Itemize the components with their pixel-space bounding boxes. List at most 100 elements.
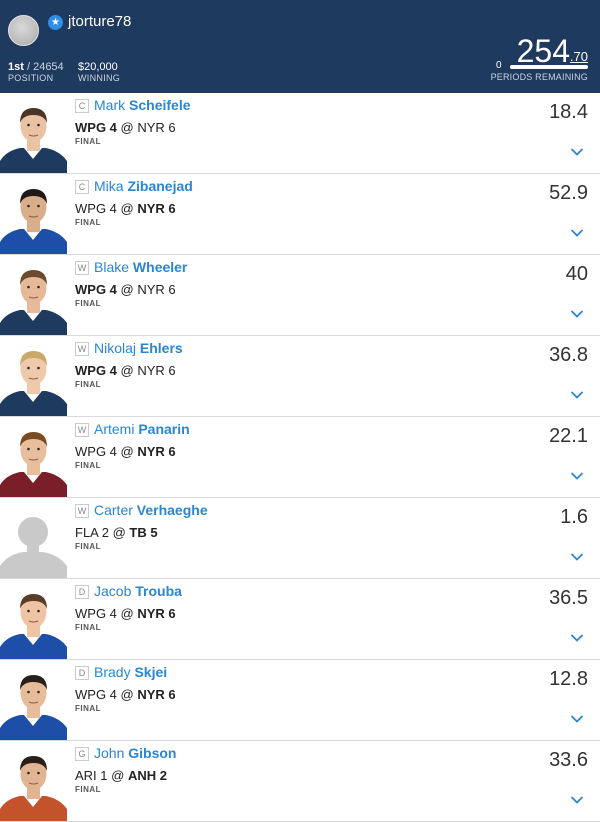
matchup-separator: @ <box>120 282 134 297</box>
fantasy-points: 18.4 <box>549 101 588 123</box>
winning-label: WINNING <box>78 73 121 83</box>
position-badge: C <box>75 99 89 113</box>
away-team-score: WPG 4 <box>75 201 117 216</box>
player-last-name: Zibanejad <box>127 178 193 194</box>
chevron-down-icon[interactable] <box>570 147 584 157</box>
matchup-separator: @ <box>112 525 126 540</box>
player-row[interactable]: W Nikolaj Ehlers WPG 4 @ NYR 6 FINAL 36.8 <box>0 336 600 417</box>
player-row[interactable]: C Mark Scheifele WPG 4 @ NYR 6 FINAL 18.4 <box>0 93 600 174</box>
chevron-down-icon[interactable] <box>570 714 584 724</box>
player-last-name: Scheifele <box>129 97 191 113</box>
home-team-score: TB 5 <box>129 525 158 540</box>
fantasy-points: 12.8 <box>549 668 588 690</box>
star-badge-icon: ★ <box>48 15 63 30</box>
player-name-link[interactable]: Mark Scheifele <box>94 97 191 113</box>
winning-stat: $20,000 WINNING <box>78 61 120 83</box>
game-status: FINAL <box>75 623 102 632</box>
fantasy-points: 36.8 <box>549 344 588 366</box>
player-name-link[interactable]: Artemi Panarin <box>94 421 190 437</box>
player-row[interactable]: D Brady Skjei WPG 4 @ NYR 6 FINAL 12.8 <box>0 660 600 741</box>
position-badge: W <box>75 504 89 518</box>
position-badge: C <box>75 180 89 194</box>
username[interactable]: jtorture78 <box>68 13 131 30</box>
game-status: FINAL <box>75 299 102 308</box>
player-name-link[interactable]: Blake Wheeler <box>94 259 187 275</box>
score-decimal: .70 <box>569 49 588 64</box>
player-last-name: Ehlers <box>139 340 183 356</box>
matchup-separator: @ <box>120 444 134 459</box>
player-row[interactable]: C Mika Zibanejad WPG 4 @ NYR 6 FINAL 52.9 <box>0 174 600 255</box>
game-matchup: ARI 1 @ ANH 2 <box>75 768 167 783</box>
player-headshot <box>0 336 67 416</box>
home-team-score: NYR 6 <box>137 606 176 621</box>
fantasy-points: 40 <box>565 263 588 285</box>
fantasy-points: 33.6 <box>549 749 588 771</box>
player-row[interactable]: W Carter Verhaeghe FLA 2 @ TB 5 FINAL 1.6 <box>0 498 600 579</box>
player-headshot <box>0 417 67 497</box>
total-score: 254 .70 0 PERIODS REMAINING <box>491 33 588 86</box>
chevron-down-icon[interactable] <box>570 309 584 319</box>
fantasy-points: 36.5 <box>549 587 588 609</box>
chevron-down-icon[interactable] <box>570 390 584 400</box>
player-first-name: Nikolaj <box>94 340 137 356</box>
player-headshot <box>0 93 67 173</box>
home-team-score: NYR 6 <box>137 363 176 378</box>
chevron-down-icon[interactable] <box>570 795 584 805</box>
position-rank: 1st <box>8 61 24 73</box>
away-team-score: WPG 4 <box>75 444 117 459</box>
player-headshot <box>0 660 67 740</box>
score-main: 254 <box>516 33 570 69</box>
player-first-name: Artemi <box>94 421 135 437</box>
matchup-separator: @ <box>120 606 134 621</box>
player-name-link[interactable]: Carter Verhaeghe <box>94 502 208 518</box>
game-matchup: FLA 2 @ TB 5 <box>75 525 158 540</box>
away-team-score: WPG 4 <box>75 687 117 702</box>
chevron-down-icon[interactable] <box>570 471 584 481</box>
position-badge: W <box>75 261 89 275</box>
game-matchup: WPG 4 @ NYR 6 <box>75 363 176 378</box>
player-first-name: Brady <box>94 664 131 680</box>
position-total: / 24654 <box>26 61 64 73</box>
player-first-name: Blake <box>94 259 130 275</box>
player-first-name: Jacob <box>94 583 132 599</box>
player-name-link[interactable]: Nikolaj Ehlers <box>94 340 183 356</box>
game-status: FINAL <box>75 218 102 227</box>
matchup-separator: @ <box>111 768 125 783</box>
home-team-score: NYR 6 <box>137 444 176 459</box>
game-matchup: WPG 4 @ NYR 6 <box>75 120 176 135</box>
player-name-link[interactable]: Jacob Trouba <box>94 583 182 599</box>
matchup-separator: @ <box>120 120 134 135</box>
user-avatar[interactable] <box>8 15 39 46</box>
player-row[interactable]: W Artemi Panarin WPG 4 @ NYR 6 FINAL 22.1 <box>0 417 600 498</box>
player-first-name: John <box>94 745 125 761</box>
away-team-score: WPG 4 <box>75 363 117 378</box>
matchup-separator: @ <box>120 201 134 216</box>
home-team-score: ANH 2 <box>127 768 167 783</box>
player-name-link[interactable]: Brady Skjei <box>94 664 167 680</box>
player-first-name: Carter <box>94 502 133 518</box>
player-first-name: Mika <box>94 178 124 194</box>
chevron-down-icon[interactable] <box>570 228 584 238</box>
player-row[interactable]: G John Gibson ARI 1 @ ANH 2 FINAL 33.6 <box>0 741 600 822</box>
game-status: FINAL <box>75 542 102 551</box>
chevron-down-icon[interactable] <box>570 633 584 643</box>
chevron-down-icon[interactable] <box>570 552 584 562</box>
player-row[interactable]: W Blake Wheeler WPG 4 @ NYR 6 FINAL 40 <box>0 255 600 336</box>
player-last-name: Panarin <box>138 421 190 437</box>
home-team-score: NYR 6 <box>137 687 176 702</box>
fantasy-points: 22.1 <box>549 425 588 447</box>
game-status: FINAL <box>75 704 102 713</box>
position-badge: W <box>75 423 89 437</box>
away-team-score: FLA 2 <box>75 525 109 540</box>
roster-list: C Mark Scheifele WPG 4 @ NYR 6 FINAL 18.4 C Mi… <box>0 93 600 822</box>
game-status: FINAL <box>75 785 102 794</box>
player-row[interactable]: D Jacob Trouba WPG 4 @ NYR 6 FINAL 36.5 <box>0 579 600 660</box>
position-badge: D <box>75 585 89 599</box>
player-first-name: Mark <box>94 97 126 113</box>
player-name-link[interactable]: John Gibson <box>94 745 176 761</box>
position-badge: G <box>75 747 89 761</box>
player-headshot <box>0 255 67 335</box>
matchup-separator: @ <box>120 363 134 378</box>
away-team-score: WPG 4 <box>75 606 117 621</box>
player-name-link[interactable]: Mika Zibanejad <box>94 178 193 194</box>
